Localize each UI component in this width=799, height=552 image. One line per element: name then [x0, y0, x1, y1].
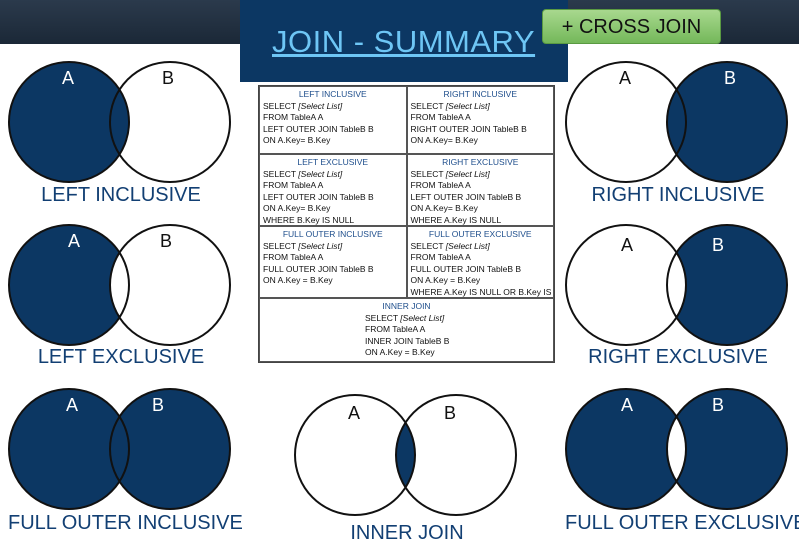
venn-label-a: A	[62, 68, 74, 88]
venn-label-a: A	[619, 68, 631, 88]
caption-full-outer-inclusive: FULL OUTER INCLUSIVE	[8, 512, 243, 534]
sql-select: SELECT	[410, 100, 444, 111]
sql-heading: RIGHT EXCLUSIVE	[442, 157, 519, 167]
sql-line: RIGHT OUTER JOIN TableB B	[410, 123, 527, 134]
venn-right-inclusive: A B	[565, 61, 788, 183]
venn-label-a: A	[621, 395, 633, 415]
sql-line: INNER JOIN TableB B	[365, 335, 450, 346]
sql-line: FULL OUTER JOIN TableB B	[410, 263, 522, 274]
sql-line: FROM TableA A	[365, 324, 426, 334]
sql-line: LEFT OUTER JOIN TableB B	[263, 123, 374, 134]
sql-cell-right-inclusive: RIGHT INCLUSIVE SELECT [Select List] FRO…	[406, 86, 554, 154]
sql-cell-full-outer-exclusive: FULL OUTER EXCLUSIVE SELECT [Select List…	[406, 226, 554, 298]
sql-heading: RIGHT INCLUSIVE	[443, 89, 518, 99]
sql-select: SELECT	[365, 312, 398, 323]
sql-line: ON A.Key = B.Key	[365, 347, 435, 357]
sql-line: LEFT OUTER JOIN TableB B	[263, 191, 374, 202]
sql-line: FROM TableA A	[410, 252, 471, 262]
caption-inner-join: INNER JOIN	[350, 522, 464, 544]
sql-cell-right-exclusive: RIGHT EXCLUSIVE SELECT [Select List] FRO…	[406, 154, 554, 226]
sql-line: ON A.Key = B.Key	[263, 275, 333, 285]
sql-heading: INNER JOIN	[382, 301, 431, 311]
sql-line: ON A.Key= B.Key	[263, 203, 331, 213]
sql-select-list: [Select List]	[298, 240, 343, 251]
sql-heading: LEFT INCLUSIVE	[298, 89, 367, 99]
sql-cell-full-outer-inclusive: FULL OUTER INCLUSIVE SELECT [Select List…	[259, 226, 407, 298]
sql-line: LEFT OUTER JOIN TableB B	[410, 191, 522, 202]
sql-select-list: [Select List]	[298, 168, 343, 179]
venn-label-b: B	[724, 68, 736, 88]
sql-select: SELECT	[410, 168, 444, 179]
sql-line: FROM TableA A	[263, 252, 324, 262]
sql-line: FULL OUTER JOIN TableB B	[263, 263, 374, 274]
sql-select: SELECT	[263, 168, 296, 179]
caption-left-inclusive: LEFT INCLUSIVE	[41, 184, 201, 206]
venn-label-b: B	[444, 403, 456, 423]
sql-line: ON A.Key = B.Key	[410, 275, 481, 285]
venn-label-b: B	[162, 68, 174, 88]
sql-line: FROM TableA A	[263, 180, 324, 190]
cross-join-button[interactable]: + CROSS JOIN	[542, 9, 721, 44]
venn-left-exclusive: A B	[8, 224, 231, 346]
sql-select: SELECT	[410, 240, 444, 251]
sql-line: WHERE A.Key IS NULL	[410, 214, 502, 225]
venn-label-b: B	[712, 235, 724, 255]
caption-left-exclusive: LEFT EXCLUSIVE	[37, 346, 205, 368]
sql-line: WHERE A.Key IS NULL OR B.Key IS NULL	[410, 286, 554, 297]
sql-select: SELECT	[263, 100, 296, 111]
sql-select: SELECT	[263, 240, 296, 251]
sql-line: FROM TableA A	[263, 112, 324, 122]
sql-select-list: [Select List]	[445, 168, 490, 179]
caption-right-inclusive: RIGHT INCLUSIVE	[591, 184, 765, 206]
venn-full-outer-exclusive: A B	[565, 388, 788, 510]
venn-label-a: A	[68, 231, 80, 251]
caption-right-exclusive: RIGHT EXCLUSIVE	[588, 346, 768, 368]
sql-line: ON A.Key= B.Key	[410, 135, 478, 145]
venn-inner-join: A B	[294, 394, 517, 516]
sql-select-list: [Select List]	[298, 100, 343, 111]
sql-line: ON A.Key= B.Key	[263, 135, 331, 145]
venn-label-b: B	[712, 395, 724, 415]
sql-cell-inner-join: INNER JOIN SELECT [Select List] FROM Tab…	[259, 298, 554, 362]
venn-label-a: A	[66, 395, 78, 415]
venn-label-b: B	[152, 395, 164, 415]
venn-label-a: A	[348, 403, 360, 423]
sql-line: ON A.Key= B.Key	[410, 203, 478, 213]
sql-cell-left-exclusive: LEFT EXCLUSIVE SELECT [Select List] FROM…	[259, 154, 407, 226]
sql-select-list: [Select List]	[445, 100, 490, 111]
sql-select-list: [Select List]	[445, 240, 490, 251]
venn-label-a: A	[621, 235, 633, 255]
sql-line: WHERE B.Key IS NULL	[263, 214, 355, 225]
venn-right-exclusive: A B	[565, 224, 788, 346]
sql-heading: FULL OUTER INCLUSIVE	[282, 229, 383, 239]
sql-summary-table: LEFT INCLUSIVE SELECT [Select List] FROM…	[258, 85, 555, 363]
sql-line: FROM TableA A	[410, 180, 471, 190]
venn-left-inclusive: A B	[8, 61, 231, 183]
sql-select-list: [Select List]	[400, 312, 445, 323]
sql-heading: LEFT EXCLUSIVE	[297, 157, 369, 167]
sql-cell-left-inclusive: LEFT INCLUSIVE SELECT [Select List] FROM…	[259, 86, 407, 154]
venn-label-b: B	[160, 231, 172, 251]
sql-heading: FULL OUTER EXCLUSIVE	[428, 229, 532, 239]
caption-full-outer-exclusive: FULL OUTER EXCLUSIVE	[565, 512, 799, 534]
page-title: JOIN - SUMMARY	[272, 24, 536, 59]
sql-line: FROM TableA A	[410, 112, 471, 122]
venn-full-outer-inclusive: A B	[8, 388, 231, 510]
